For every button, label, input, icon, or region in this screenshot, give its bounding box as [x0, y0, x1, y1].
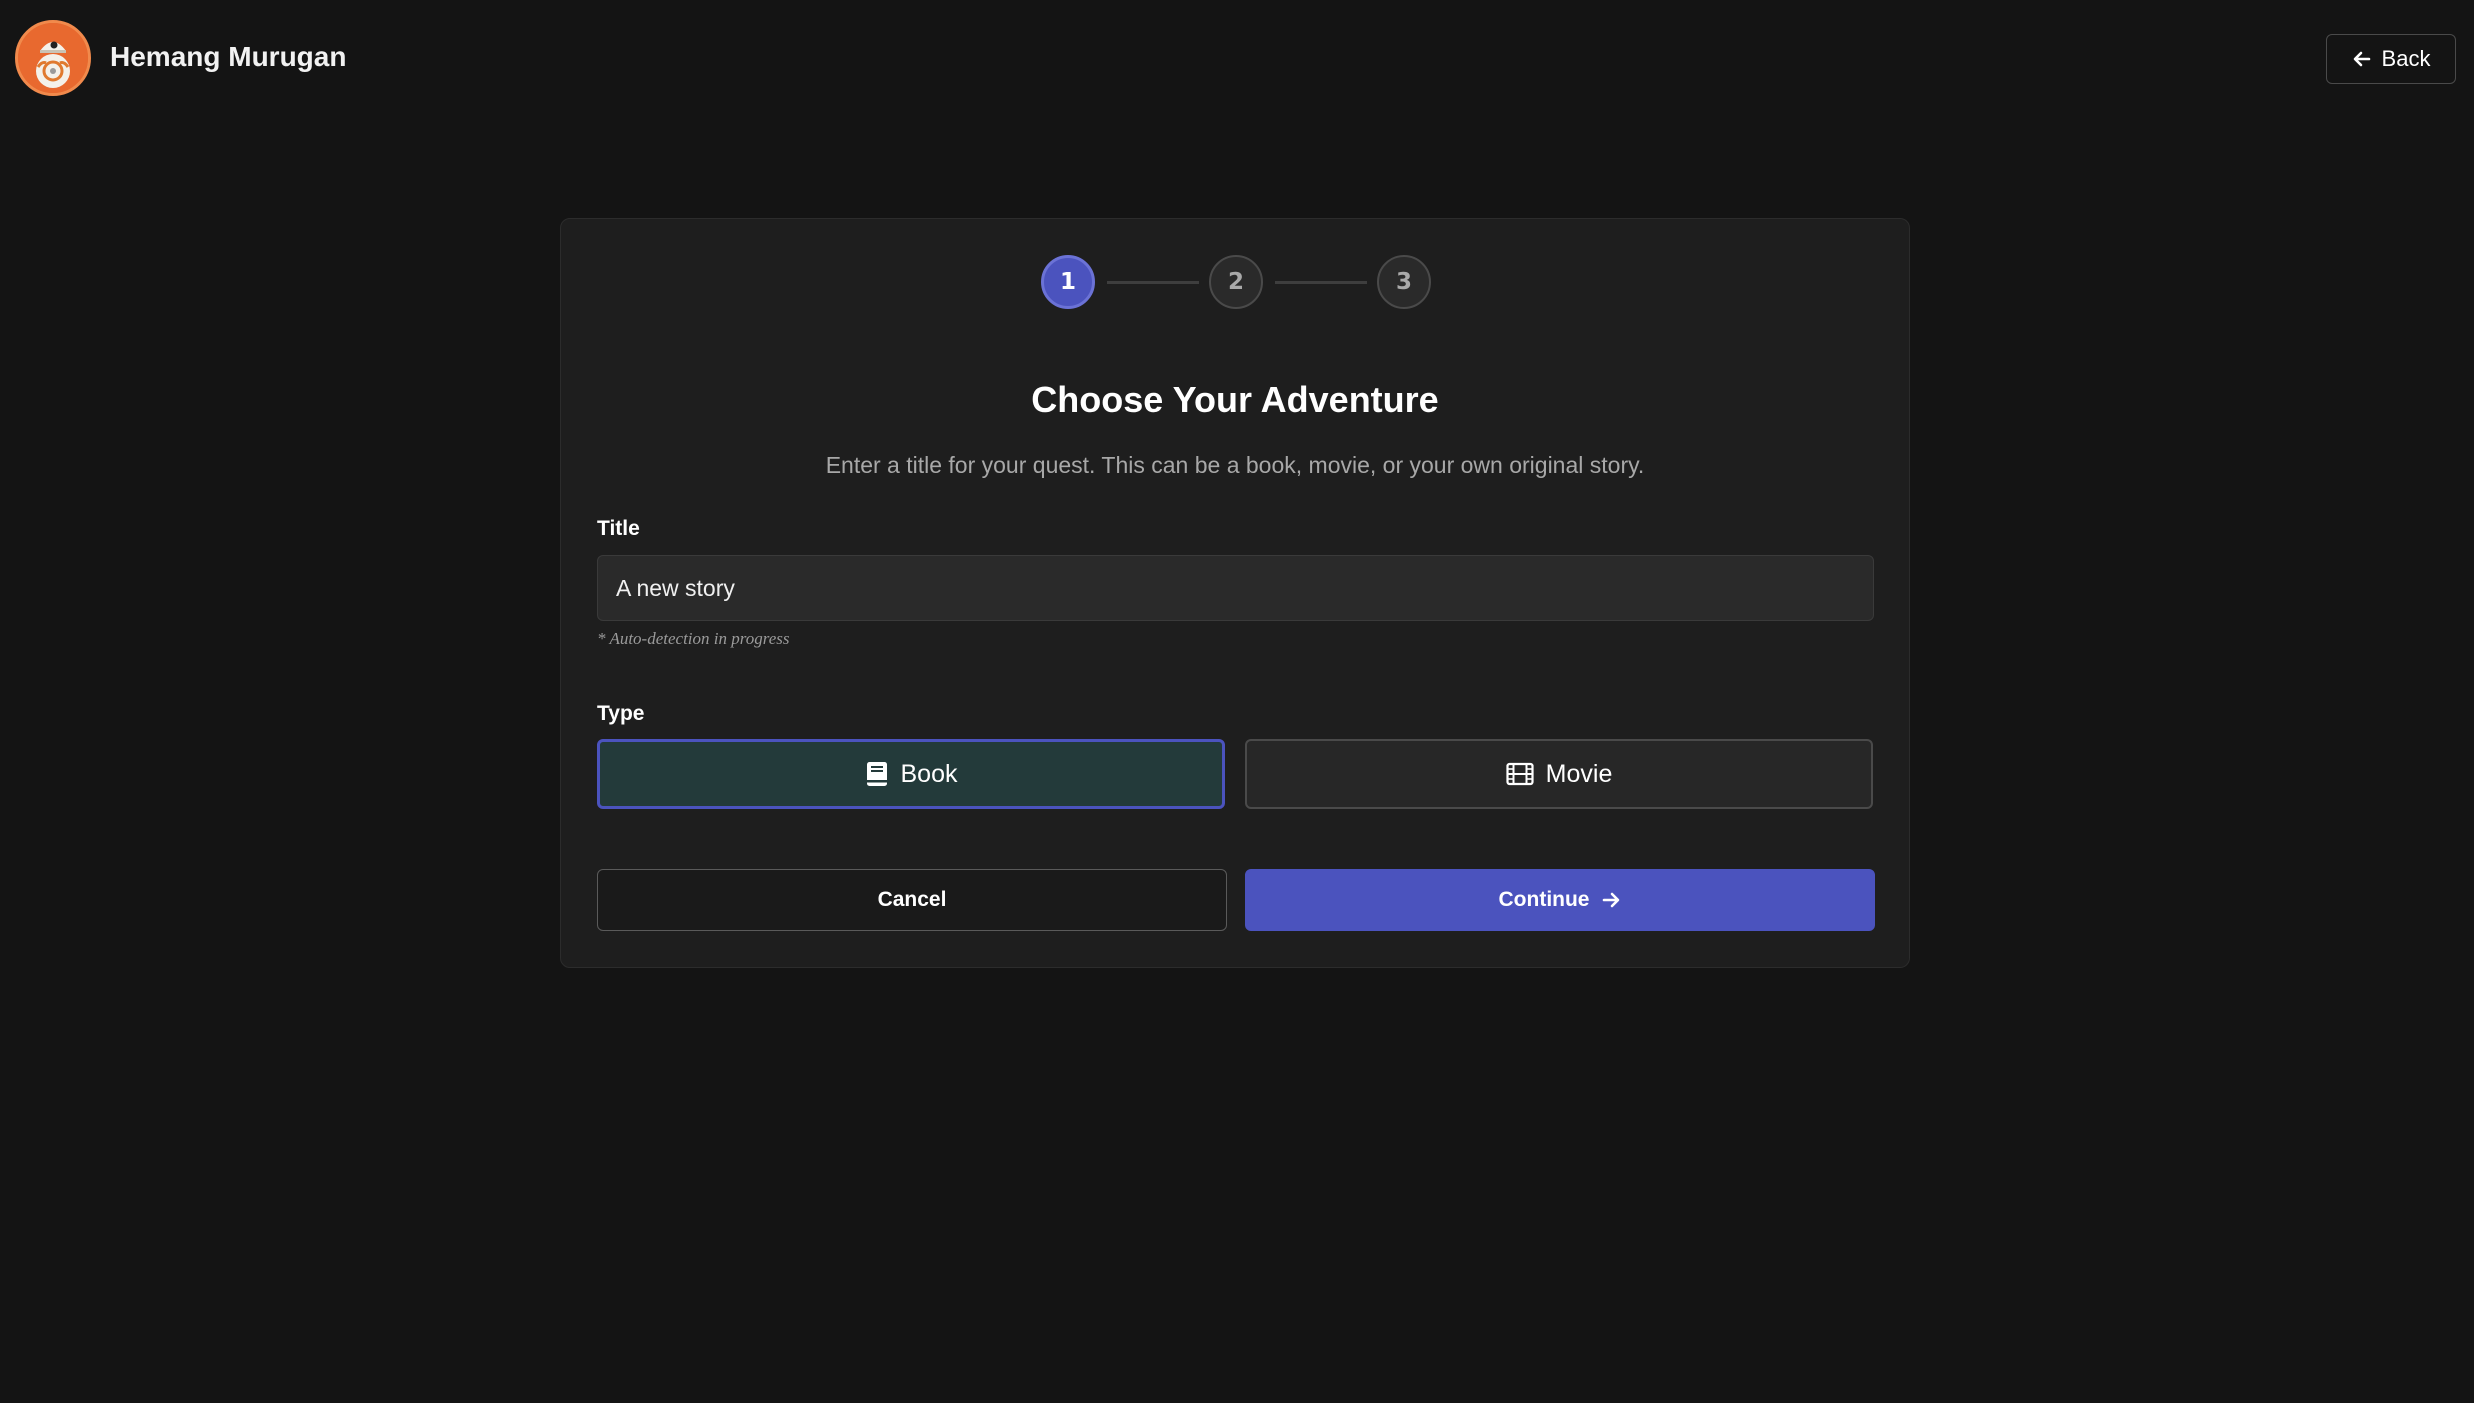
type-option-book[interactable]: Book — [597, 739, 1225, 809]
film-icon — [1506, 762, 1534, 786]
back-label: Back — [2381, 46, 2431, 71]
step-connector — [1107, 281, 1199, 284]
continue-button[interactable]: Continue — [1245, 869, 1875, 931]
book-icon — [866, 762, 887, 786]
type-field-label: Type — [597, 702, 645, 725]
adventure-card: 1 2 3 Choose Your Adventure Enter a titl… — [560, 218, 1910, 968]
user-name: Hemang Murugan — [110, 41, 347, 72]
type-option-movie[interactable]: Movie — [1245, 739, 1873, 809]
step-3: 3 — [1377, 255, 1431, 309]
bb8-avatar-icon — [18, 23, 88, 93]
title-field-label: Title — [597, 517, 640, 540]
type-option-movie-label: Movie — [1545, 759, 1613, 788]
avatar[interactable] — [15, 20, 91, 96]
arrow-left-icon — [2353, 51, 2370, 67]
page-title: Choose Your Adventure — [1031, 379, 1439, 420]
type-option-book-label: Book — [900, 759, 958, 788]
cancel-label: Cancel — [877, 888, 947, 911]
continue-label: Continue — [1498, 888, 1590, 911]
stepper: 1 2 3 — [561, 255, 1909, 311]
cancel-button[interactable]: Cancel — [597, 869, 1227, 931]
page-subtitle: Enter a title for your quest. This can b… — [825, 452, 1645, 478]
arrow-right-icon — [1603, 892, 1620, 908]
back-button[interactable]: Back — [2326, 34, 2456, 84]
step-connector — [1275, 281, 1367, 284]
title-input[interactable] — [597, 555, 1874, 621]
step-1: 1 — [1041, 255, 1095, 309]
step-2: 2 — [1209, 255, 1263, 309]
auto-detection-hint: * Auto-detection in progress — [597, 629, 790, 648]
